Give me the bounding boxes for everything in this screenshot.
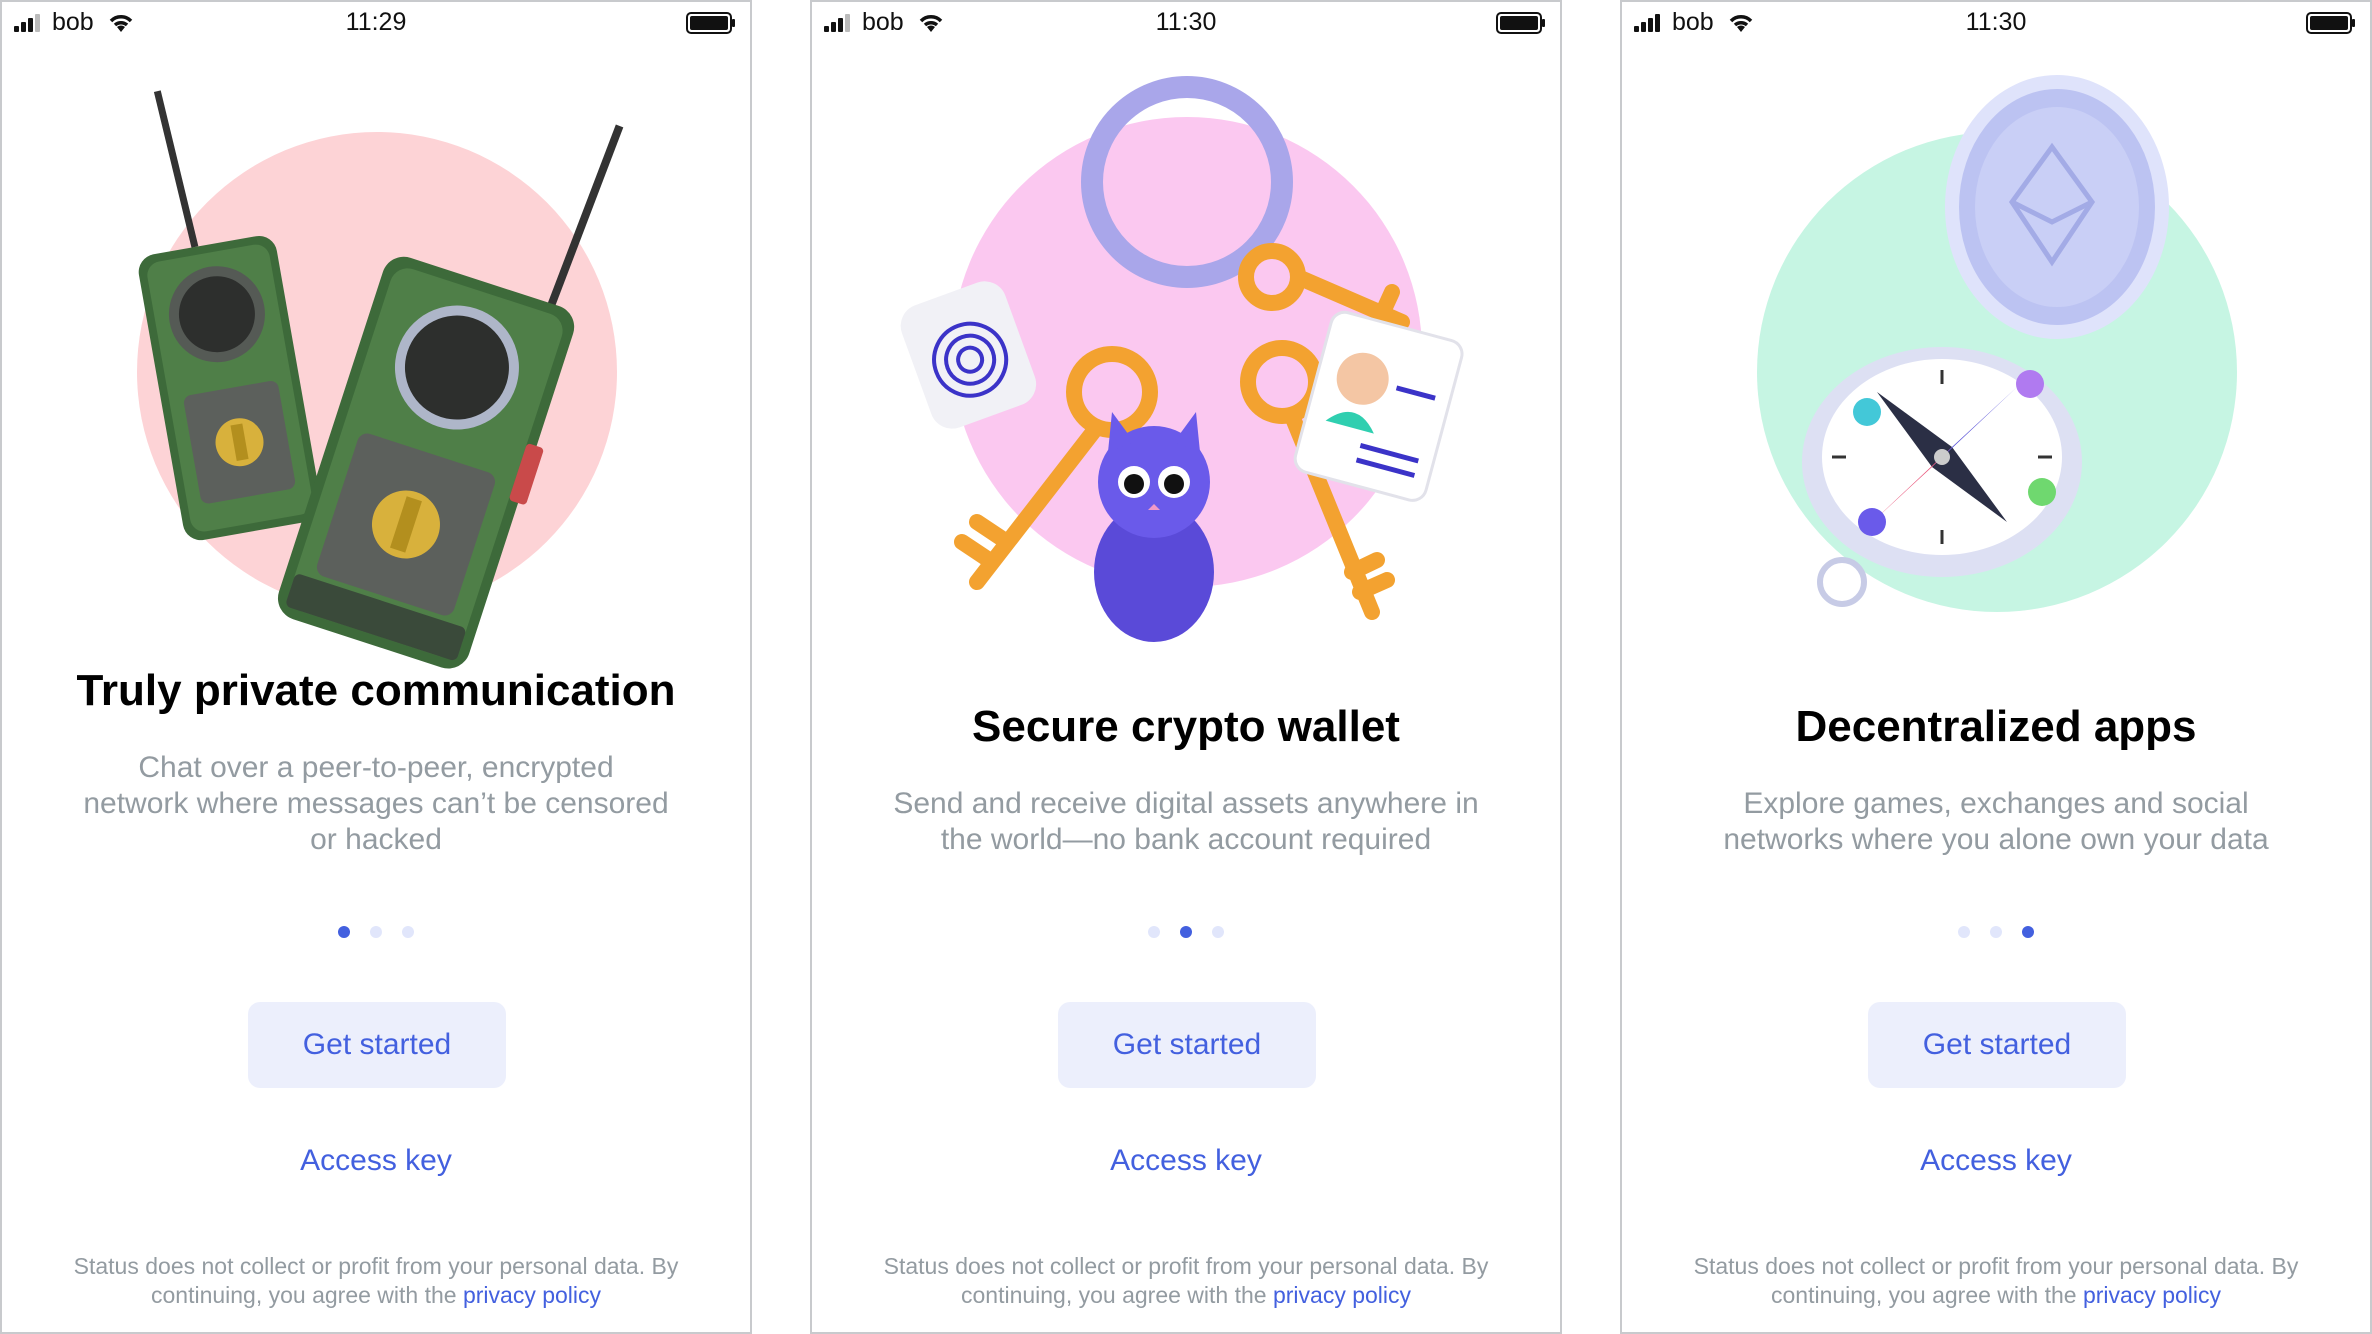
- page-dot-2[interactable]: [1990, 926, 2002, 938]
- battery-icon: [1496, 12, 1545, 34]
- page-dot-1[interactable]: [1148, 926, 1160, 938]
- privacy-footer: Status does not collect or profit from y…: [852, 1252, 1520, 1310]
- page-indicator: [812, 924, 1560, 940]
- access-key-button[interactable]: Access key: [1622, 1144, 2370, 1178]
- page-dot-3[interactable]: [402, 926, 414, 938]
- screen-title: Truly private communication: [76, 666, 676, 715]
- privacy-policy-link[interactable]: privacy policy: [463, 1282, 601, 1308]
- status-bar: bob 11:29: [2, 2, 750, 46]
- page-dot-3[interactable]: [1212, 926, 1224, 938]
- screen-title: Decentralized apps: [1795, 702, 2197, 751]
- privacy-footer: Status does not collect or profit from y…: [1662, 1252, 2330, 1310]
- privacy-footer: Status does not collect or profit from y…: [42, 1252, 710, 1310]
- status-bar: bob 11:30: [812, 2, 1560, 46]
- status-time: 11:29: [345, 8, 407, 36]
- onboarding-screen-3: bob 11:30 Decentralized apps Explore gam…: [1620, 0, 2372, 1334]
- keyring-illustration: [900, 76, 1464, 642]
- screen-description: Explore games, exchanges and social netw…: [1723, 787, 2269, 856]
- status-bar: bob 11:30: [1622, 2, 2370, 46]
- page-dot-3[interactable]: [2022, 926, 2034, 938]
- onboarding-screen-2: bob 11:30 Secure crypto wallet Send and …: [810, 0, 1562, 1334]
- compass-illustration: [1757, 75, 2237, 612]
- status-time: 11:30: [1155, 8, 1217, 36]
- access-key-button[interactable]: Access key: [812, 1144, 1560, 1178]
- access-key-button[interactable]: Access key: [2, 1144, 750, 1178]
- get-started-button[interactable]: Get started: [1058, 1002, 1316, 1088]
- screen-title: Secure crypto wallet: [972, 702, 1400, 751]
- page-indicator: [1622, 924, 2370, 940]
- page-dot-2[interactable]: [1180, 926, 1192, 938]
- page-dot-1[interactable]: [338, 926, 350, 938]
- screen-description: Chat over a peer-to-peer, encrypted netw…: [83, 751, 669, 856]
- page-indicator: [2, 924, 750, 940]
- get-started-button[interactable]: Get started: [1868, 1002, 2126, 1088]
- onboarding-screen-1: bob 11:29 Truly private communication Ch…: [0, 0, 752, 1334]
- status-time: 11:30: [1965, 8, 2027, 36]
- battery-icon: [2306, 12, 2355, 34]
- screen-description: Send and receive digital assets anywhere…: [893, 787, 1479, 856]
- walkie-talkies-illustration: [137, 90, 624, 669]
- privacy-policy-link[interactable]: privacy policy: [2083, 1282, 2221, 1308]
- battery-icon: [686, 12, 735, 34]
- privacy-policy-link[interactable]: privacy policy: [1273, 1282, 1411, 1308]
- page-dot-2[interactable]: [370, 926, 382, 938]
- page-dot-1[interactable]: [1958, 926, 1970, 938]
- get-started-button[interactable]: Get started: [248, 1002, 506, 1088]
